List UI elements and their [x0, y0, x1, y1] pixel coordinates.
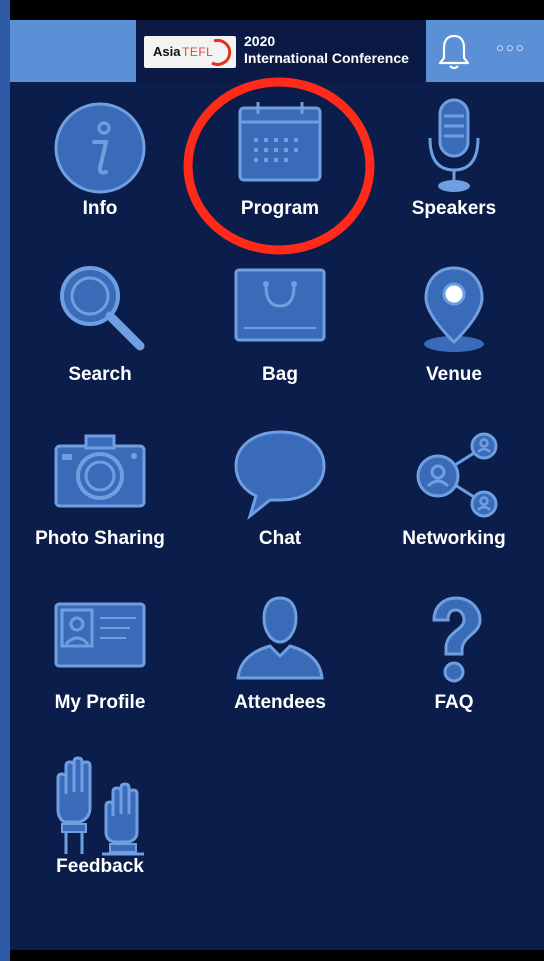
menu-item-label: Venue — [426, 364, 482, 385]
app-header: Asia TEFL 2020 International Conference … — [10, 20, 544, 82]
conference-logo-area: Asia TEFL 2020 International Conference — [136, 20, 426, 82]
question-icon — [432, 596, 482, 683]
menu-item-bag[interactable]: Bag — [190, 264, 370, 424]
raised-hands-icon — [56, 756, 144, 856]
menu-item-label: FAQ — [434, 692, 474, 713]
menu-item-label: Feedback — [56, 856, 144, 877]
bell-icon[interactable] — [436, 32, 472, 72]
id-card-icon — [54, 602, 146, 668]
more-dots-icon[interactable]: ○○○ — [496, 40, 540, 60]
person-icon — [236, 596, 324, 680]
header-left-panel[interactable] — [10, 20, 136, 82]
menu-item-feedback[interactable]: Feedback — [10, 756, 190, 916]
menu-item-chat[interactable]: Chat — [190, 428, 370, 588]
menu-item-label: Search — [68, 364, 132, 385]
conference-title: International Conference — [244, 50, 409, 66]
chat-bubble-icon — [234, 430, 326, 521]
menu-item-label: Attendees — [234, 692, 326, 713]
menu-item-label: Speakers — [411, 198, 497, 219]
info-icon — [54, 102, 146, 194]
menu-item-my-profile[interactable]: My Profile — [10, 592, 190, 752]
menu-item-label: Photo Sharing — [35, 528, 165, 549]
menu-item-label: Networking — [402, 528, 506, 549]
menu-item-search[interactable]: Search — [10, 264, 190, 424]
logo-swoosh-icon — [211, 38, 232, 66]
device-frame: Asia TEFL 2020 International Conference … — [0, 0, 544, 961]
asia-tefl-logo: Asia TEFL — [144, 36, 236, 68]
menu-item-label: Info — [82, 198, 118, 219]
magnifier-icon — [60, 266, 145, 351]
header-right-panel: ○○○ — [426, 20, 544, 82]
microphone-icon — [428, 98, 480, 192]
menu-item-label: Bag — [262, 364, 298, 385]
network-icon — [416, 432, 498, 518]
bag-icon — [234, 268, 326, 342]
menu-item-photo-sharing[interactable]: Photo Sharing — [10, 428, 190, 588]
menu-item-speakers[interactable]: Speakers — [364, 98, 544, 258]
menu-item-info[interactable]: Info — [10, 98, 190, 258]
logo-brand-text: Asia — [153, 44, 181, 59]
menu-item-venue[interactable]: Venue — [364, 264, 544, 424]
menu-item-label: My Profile — [54, 692, 146, 713]
menu-item-networking[interactable]: Networking — [364, 428, 544, 588]
menu-item-label: Chat — [258, 528, 302, 549]
highlight-circle-annotation — [183, 77, 375, 255]
menu-item-faq[interactable]: FAQ — [364, 592, 544, 752]
camera-icon — [54, 434, 146, 508]
location-pin-icon — [424, 266, 484, 352]
left-edge-strip — [0, 0, 10, 961]
conference-year: 2020 — [244, 33, 276, 49]
app-screen: Asia TEFL 2020 International Conference … — [10, 20, 544, 950]
menu-item-attendees[interactable]: Attendees — [190, 592, 370, 752]
